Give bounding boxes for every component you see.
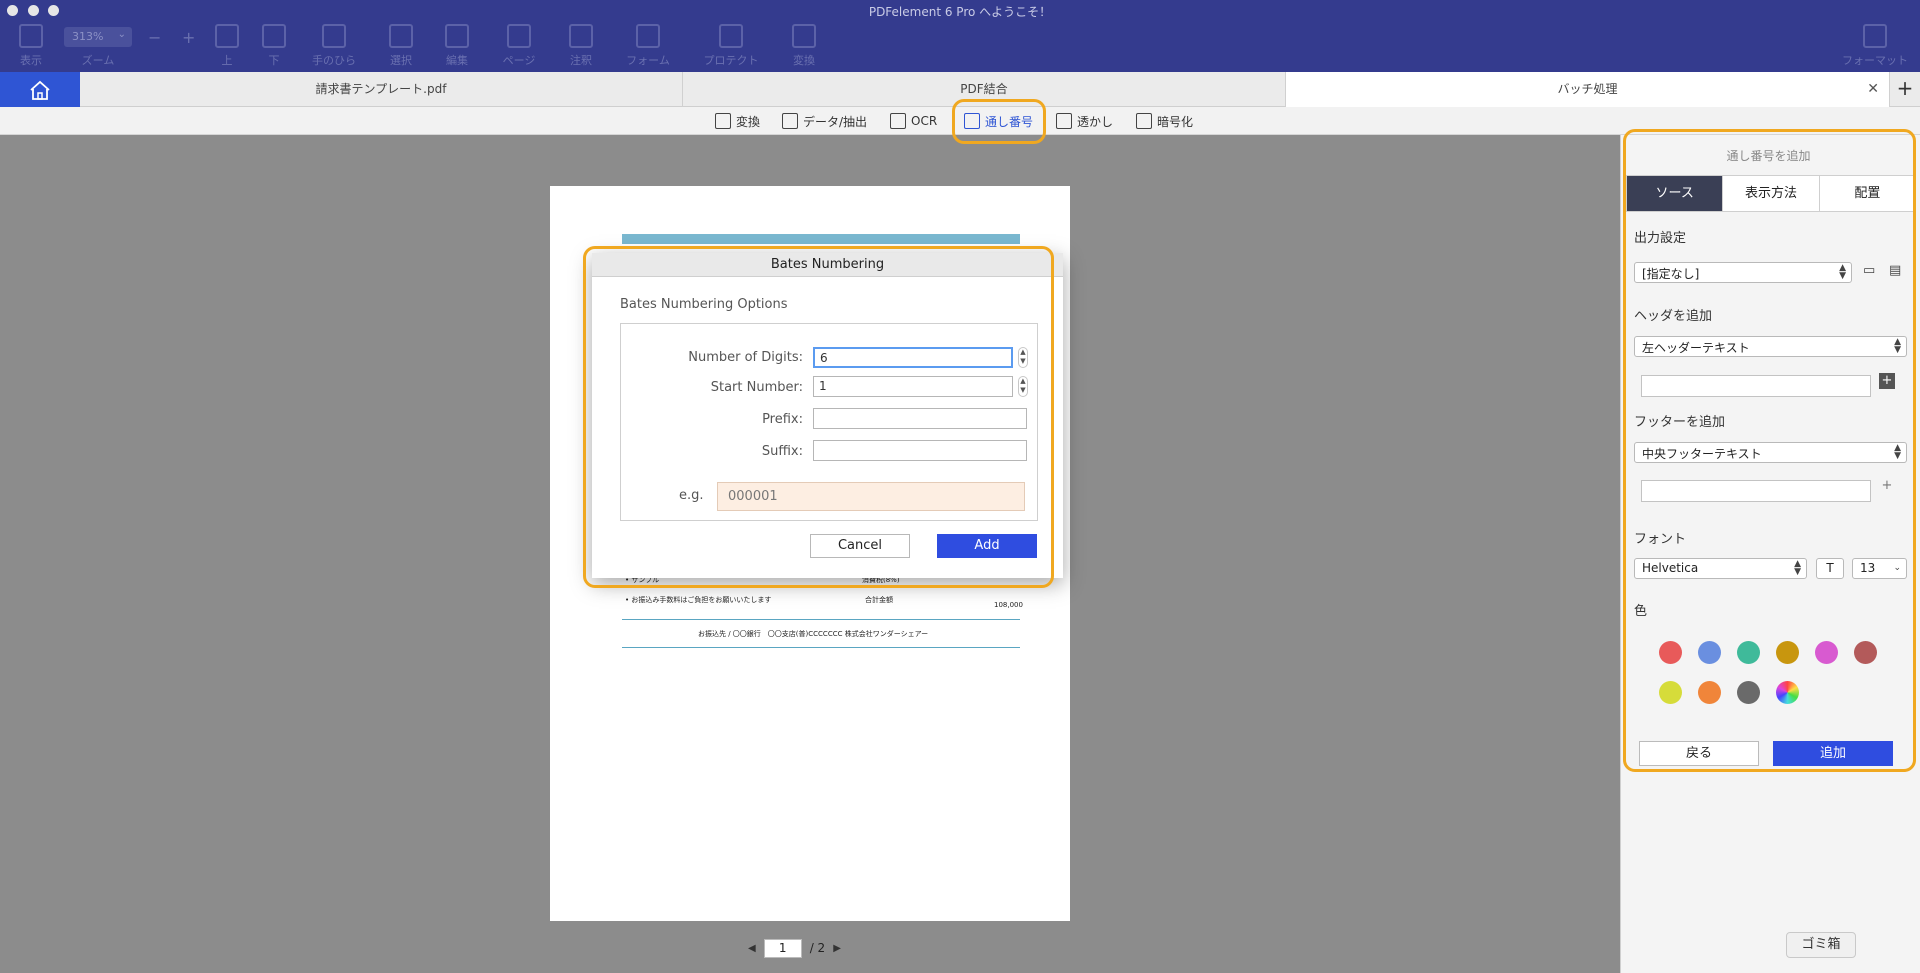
doc-row2-mid: 合計金額: [865, 596, 893, 604]
highlight-ring-bates: [952, 99, 1046, 144]
page-icon: [507, 24, 531, 48]
add-tab-button[interactable]: +: [1890, 72, 1920, 107]
prev-page-icon[interactable]: ◀: [748, 943, 756, 954]
doc-divider: [622, 619, 1020, 620]
hand-icon: [322, 24, 346, 48]
data-extract-tool[interactable]: データ/抽出: [782, 111, 867, 131]
form-button[interactable]: フォーム: [617, 24, 679, 70]
page-number-input[interactable]: 1: [763, 938, 802, 958]
encrypt-tool[interactable]: 暗号化: [1136, 111, 1193, 131]
page-header-band: [622, 234, 1020, 244]
extract-icon: [782, 113, 798, 129]
page-button[interactable]: ページ: [488, 24, 550, 70]
lock-icon: [1136, 113, 1152, 129]
ocr-icon: [890, 113, 906, 129]
protect-button[interactable]: プロテクト: [700, 24, 762, 70]
view-icon: [19, 24, 43, 48]
select-tool-button[interactable]: 選択: [370, 24, 432, 70]
view-button[interactable]: 表示: [0, 24, 62, 70]
home-icon: [30, 80, 50, 100]
trash-button[interactable]: ゴミ箱: [1786, 932, 1856, 958]
zoom-select[interactable]: 313% ⌄: [64, 27, 132, 47]
info-icon: [1863, 24, 1887, 48]
doc-divider: [622, 647, 1020, 648]
zoom-label: ズーム: [81, 54, 115, 67]
page-down-icon: [262, 24, 286, 48]
highlight-ring-dialog: [583, 246, 1054, 588]
doc-row2-right: 108,000: [994, 601, 1023, 609]
tab-invoice-template[interactable]: 請求書テンプレート.pdf: [80, 72, 683, 107]
next-page-icon[interactable]: ▶: [833, 943, 841, 954]
convert-tool[interactable]: 変換: [715, 111, 760, 131]
form-icon: [636, 24, 660, 48]
page-down-button[interactable]: 下: [243, 24, 305, 70]
convert-button[interactable]: 変換: [773, 24, 835, 70]
format-button[interactable]: フォーマット: [1835, 24, 1915, 70]
comment-button[interactable]: 注釈: [550, 24, 612, 70]
convert-icon: [715, 113, 731, 129]
zoom-out-button[interactable]: −: [148, 28, 161, 47]
watermark-tool[interactable]: 透かし: [1056, 111, 1113, 131]
cursor-icon: [389, 24, 413, 48]
doc-row2-left: • お振込み手数料はご負担をお願いいたします: [625, 596, 772, 604]
comment-icon: [569, 24, 593, 48]
hand-tool-button[interactable]: 手のひら: [303, 24, 365, 70]
lock-icon: [719, 24, 743, 48]
zoom-in-button[interactable]: +: [182, 28, 195, 47]
convert-icon: [792, 24, 816, 48]
page-up-icon: [215, 24, 239, 48]
title-toolbar: PDFelement 6 Pro へようこそ！ 表示 313% ⌄ ズーム − …: [0, 0, 1920, 72]
watermark-icon: [1056, 113, 1072, 129]
pager: ◀ 1 / 2 ▶: [748, 938, 841, 958]
window-title: PDFelement 6 Pro へようこそ！: [868, 5, 1052, 19]
page-total: / 2: [809, 941, 826, 955]
ocr-tool[interactable]: OCR: [890, 111, 937, 131]
doc-footer: お振込先 / 〇〇銀行 〇〇支店(普)CCCCCCC 株式会社ワンダーシェアー: [698, 630, 929, 638]
edit-button[interactable]: 編集: [426, 24, 488, 70]
tab-batch-process[interactable]: バッチ処理 ✕: [1286, 72, 1890, 107]
highlight-ring-panel: [1623, 129, 1916, 772]
home-tab[interactable]: [0, 72, 80, 107]
edit-icon: [445, 24, 469, 48]
close-icon[interactable]: ✕: [1867, 72, 1879, 107]
chevron-down-icon: ⌄: [117, 29, 126, 40]
